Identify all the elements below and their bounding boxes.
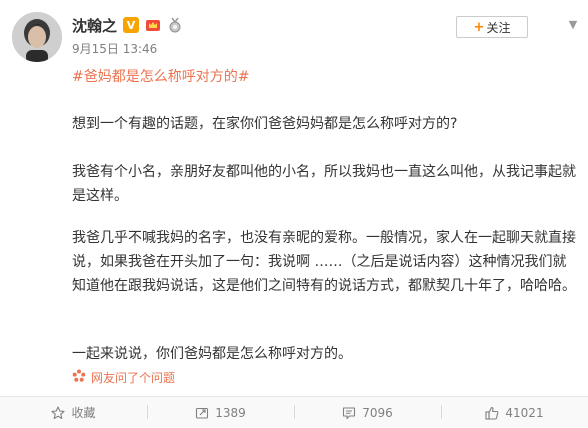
medal-icon bbox=[167, 17, 183, 33]
netizen-question-label: 网友问了个问题 bbox=[91, 370, 176, 385]
crown-icon bbox=[145, 17, 161, 33]
author-name[interactable]: 沈翰之 bbox=[72, 15, 117, 36]
favorite-button[interactable]: 收藏 bbox=[0, 397, 147, 428]
plus-icon: + bbox=[473, 19, 485, 35]
post-time[interactable]: 9月15日 13:46 bbox=[72, 40, 157, 57]
question-icon bbox=[72, 369, 86, 386]
repost-icon bbox=[195, 406, 209, 420]
netizen-question-link[interactable]: 网友问了个问题 bbox=[72, 368, 175, 386]
comment-count: 7096 bbox=[362, 405, 393, 420]
star-icon bbox=[51, 405, 66, 420]
comment-button[interactable]: 7096 bbox=[294, 397, 441, 428]
post-paragraph: 我爸有个小名，亲朋好友都叫他的小名，所以我妈也一直这么叫他，从我记事起就是这样。 bbox=[72, 164, 576, 204]
follow-label: 关注 bbox=[486, 20, 511, 35]
post-paragraph: 想到一个有趣的话题，在家你们爸爸妈妈都是怎么称呼对方的? bbox=[72, 116, 458, 132]
verified-icon: V bbox=[123, 17, 140, 33]
repost-count: 1389 bbox=[215, 405, 246, 420]
weibo-post-card: 沈翰之 V 9月15日 13:46 + 关注 ▼ #爸妈都是怎么称呼对方的# 想… bbox=[0, 0, 588, 428]
thumb-up-icon bbox=[485, 406, 499, 420]
comment-icon bbox=[342, 406, 356, 420]
author-row: 沈翰之 V bbox=[72, 14, 183, 36]
repost-button[interactable]: 1389 bbox=[147, 397, 294, 428]
avatar[interactable] bbox=[12, 12, 62, 62]
post-paragraph: 一起来说说，你们爸妈都是怎么称呼对方的。 bbox=[72, 346, 352, 362]
post-paragraph: 我爸几乎不喊我妈的名字，也没有亲昵的爱称。一般情况，家人在一起聊天就直接说，如果… bbox=[72, 230, 576, 294]
like-count: 41021 bbox=[505, 405, 544, 420]
follow-button[interactable]: + 关注 bbox=[456, 16, 528, 38]
favorite-label: 收藏 bbox=[71, 406, 96, 420]
chevron-down-icon[interactable]: ▼ bbox=[566, 18, 580, 32]
action-bar: 收藏 1389 7096 41021 bbox=[0, 396, 588, 428]
hashtag-link[interactable]: #爸妈都是怎么称呼对方的# bbox=[72, 66, 249, 86]
like-button[interactable]: 41021 bbox=[441, 397, 588, 428]
